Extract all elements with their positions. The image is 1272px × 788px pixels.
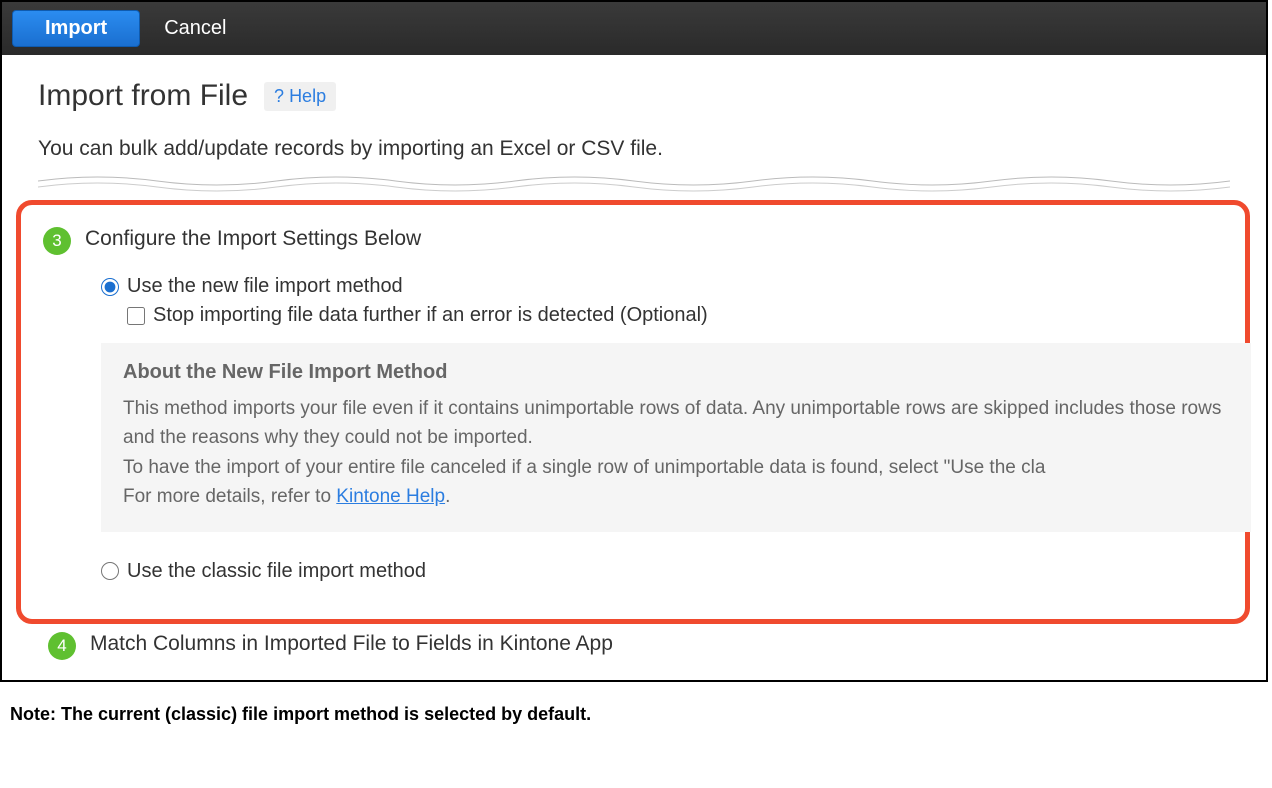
toolbar: Import Cancel xyxy=(2,2,1266,55)
step4-badge: 4 xyxy=(48,632,76,660)
step3-header: 3 Configure the Import Settings Below xyxy=(27,227,1245,255)
step3-badge: 3 xyxy=(43,227,71,255)
torn-divider xyxy=(38,171,1230,195)
help-label: Help xyxy=(289,86,326,106)
option-stop-on-error[interactable]: Stop importing file data further if an e… xyxy=(127,304,1245,327)
import-button[interactable]: Import xyxy=(12,10,140,47)
content-area: Import from File ? Help You can bulk add… xyxy=(2,55,1266,680)
option-stop-label: Stop importing file data further if an e… xyxy=(153,304,708,327)
option-new-method[interactable]: Use the new file import method xyxy=(101,275,1245,298)
info-line2: To have the import of your entire file c… xyxy=(123,457,1045,478)
step3-highlight: 3 Configure the Import Settings Below Us… xyxy=(16,200,1250,624)
info-line1: This method imports your file even if it… xyxy=(123,398,1221,448)
step4-header: 4 Match Columns in Imported File to Fiel… xyxy=(32,632,1230,660)
checkbox-stop-on-error[interactable] xyxy=(127,307,145,325)
footnote: Note: The current (classic) file import … xyxy=(10,704,1272,725)
cancel-button[interactable]: Cancel xyxy=(164,17,226,40)
option-classic-label: Use the classic file import method xyxy=(127,560,426,583)
app-window: Import Cancel Import from File ? Help Yo… xyxy=(0,0,1268,682)
step3-options: Use the new file import method Stop impo… xyxy=(101,275,1245,583)
info-line3a: For more details, refer to xyxy=(123,486,336,507)
step3-title: Configure the Import Settings Below xyxy=(85,227,421,251)
info-body: This method imports your file even if it… xyxy=(123,394,1229,512)
page-title: Import from File xyxy=(38,79,248,113)
info-box: About the New File Import Method This me… xyxy=(101,343,1251,532)
help-icon: ? xyxy=(274,86,284,106)
option-new-label: Use the new file import method xyxy=(127,275,403,298)
kintone-help-link[interactable]: Kintone Help xyxy=(336,486,445,507)
step4-title: Match Columns in Imported File to Fields… xyxy=(90,632,613,656)
radio-new-method[interactable] xyxy=(101,278,119,296)
radio-classic-method[interactable] xyxy=(101,562,119,580)
info-title: About the New File Import Method xyxy=(123,361,1229,384)
help-link[interactable]: ? Help xyxy=(264,82,336,111)
info-line3b: . xyxy=(445,486,450,507)
page-subtitle: You can bulk add/update records by impor… xyxy=(38,137,1230,161)
option-classic-method[interactable]: Use the classic file import method xyxy=(101,560,1245,583)
title-row: Import from File ? Help xyxy=(38,79,1230,113)
